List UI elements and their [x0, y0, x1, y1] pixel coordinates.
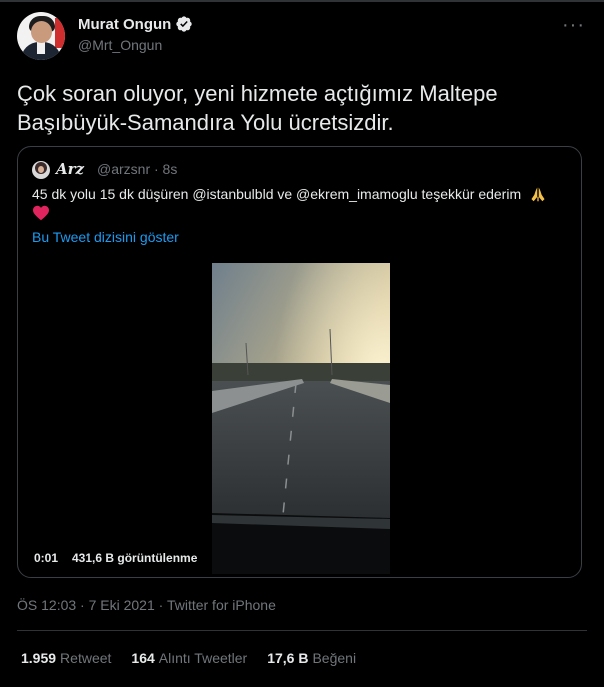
verified-badge-icon: [176, 16, 193, 32]
more-icon[interactable]: ···: [562, 14, 585, 37]
stat-likes[interactable]: 17,6 B Beğeni: [267, 650, 356, 666]
video-time: 0:01: [34, 551, 59, 565]
quoted-handle-time[interactable]: @arzsnr · 8s: [97, 161, 177, 177]
show-thread-link[interactable]: Bu Tweet dizisini göster: [32, 229, 179, 245]
quoted-tweet[interactable]: 𝑨𝒓𝒛 @arzsnr · 8s 45 dk yolu 15 dk düşüre…: [17, 146, 582, 578]
quoted-text-line: 45 dk yolu 15 dk düşüren @istanbulbld ve…: [32, 185, 572, 203]
video-views: 431,6 B görüntülenme: [72, 551, 198, 565]
video-frame: [212, 263, 390, 574]
stat-retweets[interactable]: 1.959 Retweet: [21, 650, 111, 666]
tweet-timestamp[interactable]: ÖS 12:03 · 7 Eki 2021 · Twitter for iPho…: [17, 597, 276, 613]
quoted-avatar[interactable]: [32, 161, 50, 179]
author-name-row[interactable]: Murat Ongun: [78, 15, 193, 33]
top-border: [0, 0, 604, 2]
stat-quote-tweets[interactable]: 164 Alıntı Tweetler: [131, 650, 247, 666]
author-avatar[interactable]: [17, 12, 65, 60]
pray-icon: [531, 187, 545, 202]
author-handle[interactable]: @Mrt_Ongun: [78, 37, 162, 53]
tweet-detail: Murat Ongun @Mrt_Ongun ··· Çok soran olu…: [0, 0, 604, 687]
author-display-name[interactable]: Murat Ongun: [78, 16, 171, 33]
divider: [17, 630, 587, 631]
quoted-text: 45 dk yolu 15 dk düşüren @istanbulbld ve…: [32, 186, 522, 202]
video-player[interactable]: [212, 263, 390, 574]
tweet-stats: 1.959 Retweet 164 Alıntı Tweetler 17,6 B…: [21, 650, 376, 666]
heart-icon: [33, 205, 49, 221]
tweet-text: Çok soran oluyor, yeni hizmete açtığımız…: [17, 81, 498, 135]
quoted-display-name[interactable]: 𝑨𝒓𝒛: [56, 160, 84, 178]
